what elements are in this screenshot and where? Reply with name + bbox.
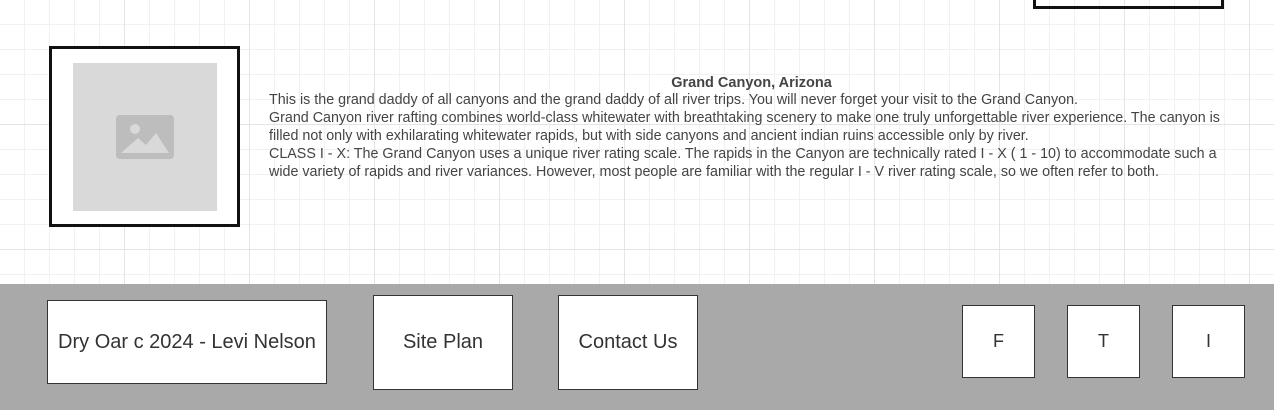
article-paragraph: Grand Canyon river rafting combines worl… [269,110,1220,144]
footer: Dry Oar c 2024 - Levi Nelson Site Plan C… [0,284,1274,410]
image-placeholder [73,63,217,211]
facebook-link[interactable]: F [962,305,1035,378]
copyright-box: Dry Oar c 2024 - Levi Nelson [47,300,327,384]
destination-article: Grand Canyon, Arizona This is the grand … [269,75,1234,181]
site-plan-button[interactable]: Site Plan [373,295,513,390]
article-title: Grand Canyon, Arizona [671,75,832,91]
image-placeholder-icon [116,115,174,159]
article-paragraph: CLASS I - X: The Grand Canyon uses a uni… [269,146,1217,180]
instagram-link[interactable]: I [1172,305,1245,378]
destination-image-frame [49,46,240,227]
top-partial-box [1033,0,1224,9]
contact-us-button[interactable]: Contact Us [558,295,698,390]
twitter-link[interactable]: T [1067,305,1140,378]
article-paragraph: This is the grand daddy of all canyons a… [269,92,1079,108]
